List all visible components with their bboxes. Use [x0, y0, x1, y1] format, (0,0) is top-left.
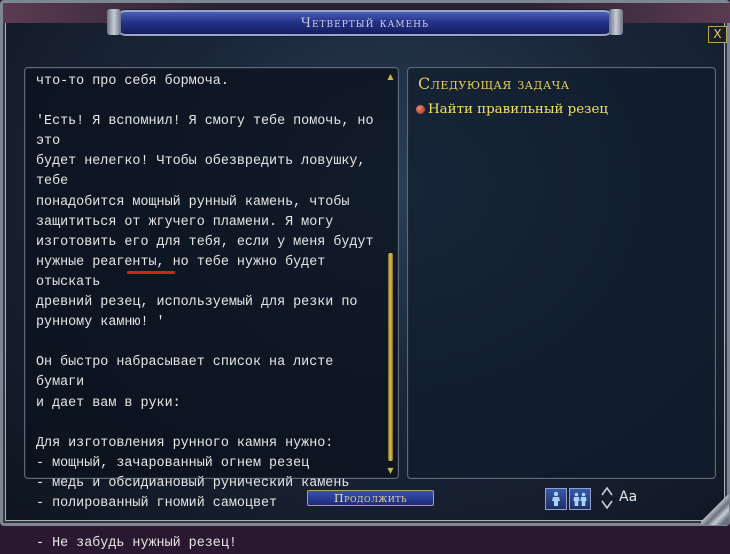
- quest-objective-text: Найти правильный резец: [428, 102, 609, 117]
- title-bar-left-ornament: [107, 9, 121, 35]
- scroll-thumb[interactable]: [388, 253, 393, 461]
- title-bar[interactable]: Четвертый камень: [107, 9, 623, 36]
- close-button[interactable]: X: [708, 26, 727, 43]
- next-task-heading: Следующая задача: [418, 74, 570, 93]
- continue-button[interactable]: Продолжить: [307, 490, 434, 506]
- single-figure-icon[interactable]: [545, 488, 567, 510]
- scroll-down-icon[interactable]: ▼: [386, 466, 395, 475]
- objective-bullet-icon: [416, 105, 425, 114]
- font-size-label: Aa: [619, 489, 638, 505]
- font-size-stepper[interactable]: [600, 485, 614, 511]
- story-scrollbar[interactable]: ▲ ▼: [386, 70, 395, 476]
- resize-grip[interactable]: [701, 495, 729, 525]
- dialog-window: Четвертый камень X что-то про себя бормо…: [0, 0, 730, 551]
- window-title: Четвертый камень: [300, 15, 430, 31]
- scroll-up-icon[interactable]: ▲: [386, 72, 395, 81]
- group-figures-icon[interactable]: [569, 488, 591, 510]
- red-underline-annotation: [127, 271, 175, 274]
- title-bar-right-ornament: [609, 9, 623, 35]
- quest-panel: Следующая задача Найти правильный резец: [407, 67, 716, 479]
- story-panel: что-то про себя бормоча. 'Есть! Я вспомн…: [24, 67, 399, 551]
- story-text: что-то про себя бормоча. 'Есть! Я вспомн…: [36, 74, 374, 552]
- quest-objective-item[interactable]: Найти правильный резец: [416, 102, 608, 117]
